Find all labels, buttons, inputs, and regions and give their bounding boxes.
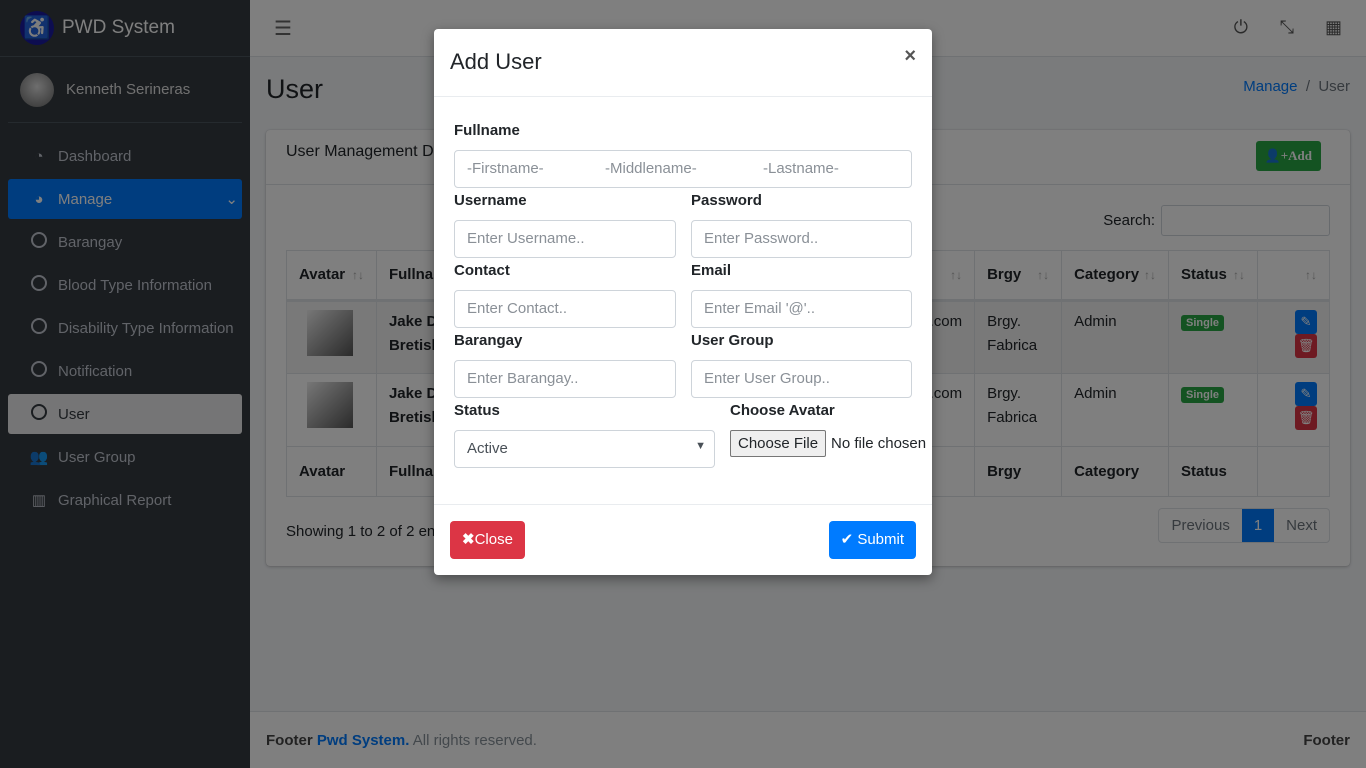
user-group-input[interactable]: Enter User Group.. (691, 360, 912, 398)
barangay-label: Barangay (454, 332, 523, 349)
add-user-modal: Add User × Fullname -Firstname- -Middlenam… (434, 29, 932, 575)
barangay-input[interactable]: Enter Barangay.. (454, 360, 676, 398)
contact-input[interactable]: Enter Contact.. (454, 290, 676, 328)
fullname-label: Fullname (454, 122, 520, 139)
status-select[interactable]: Active ▼ (454, 430, 715, 468)
close-button[interactable]: ✖Close (450, 521, 525, 559)
username-label: Username (454, 192, 527, 209)
close-icon[interactable]: × (904, 45, 916, 68)
chevron-down-icon: ▼ (695, 440, 706, 452)
file-status: No file chosen (831, 435, 927, 452)
contact-label: Contact (454, 262, 510, 279)
status-label: Status (454, 402, 500, 419)
avatar-file-input[interactable]: Choose File No file chosen (730, 430, 926, 457)
email-label: Email (691, 262, 732, 279)
submit-button[interactable]: ✔ Submit (828, 521, 916, 559)
fullname-field[interactable]: -Firstname- -Middlename- -Lastname- (454, 150, 912, 188)
username-input[interactable]: Enter Username.. (454, 220, 676, 258)
avatar-label: Choose Avatar (730, 402, 835, 419)
password-label: Password (691, 192, 762, 209)
modal-title: Add User (450, 49, 542, 74)
password-input[interactable]: Enter Password.. (691, 220, 912, 258)
user-group-label: User Group (691, 332, 774, 349)
choose-file-button[interactable]: Choose File (730, 430, 827, 457)
email-input[interactable]: Enter Email '@'.. (691, 290, 912, 328)
